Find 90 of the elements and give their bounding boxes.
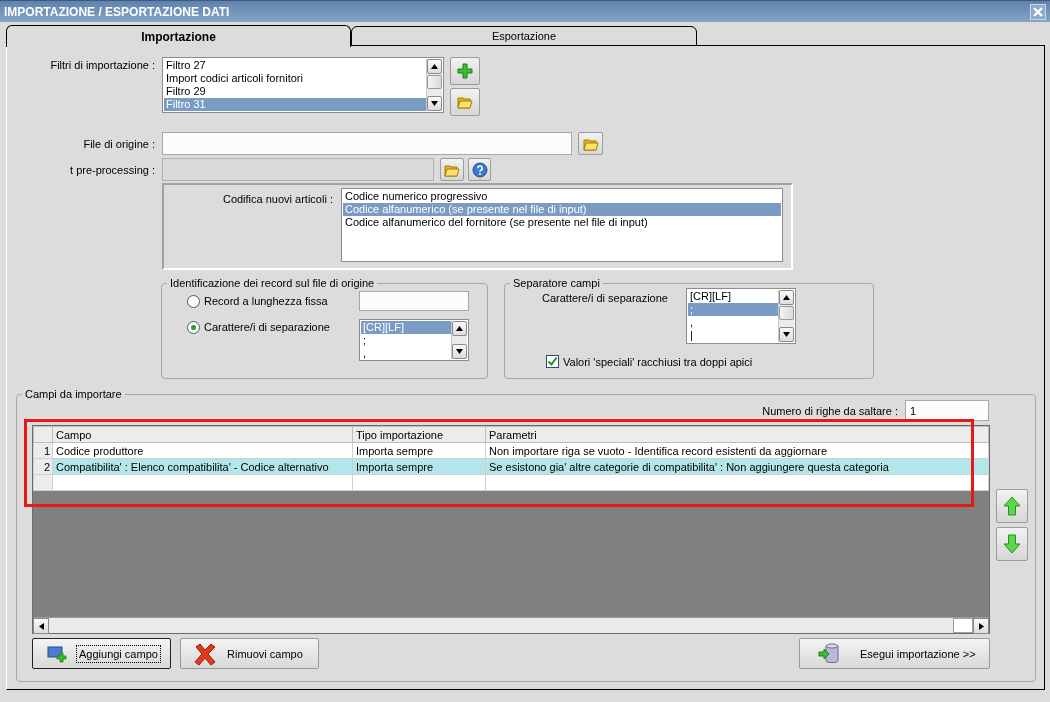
- triangle-up-icon: [431, 63, 438, 70]
- list-item[interactable]: |: [688, 329, 778, 342]
- run-import-button[interactable]: Esegui importazione >>: [799, 638, 990, 669]
- group-title: Identificazione dei record sul file di origine: [169, 277, 376, 289]
- triangle-down-icon: [783, 331, 790, 338]
- radio-label: Record a lunghezza fissa: [204, 295, 328, 307]
- table-cell: Codice produttore: [52, 442, 353, 459]
- length-input[interactable]: [359, 291, 469, 311]
- table-cell: Importa sempre: [352, 442, 486, 459]
- help-button[interactable]: [468, 158, 491, 181]
- table-row[interactable]: 1 Codice produttore Importa sempre Non importare riga se vuoto - Identifica record esistenti da aggiornare: [33, 442, 989, 459]
- column-header[interactable]: Parametri: [485, 426, 989, 443]
- column-header[interactable]: Tipo importazione: [352, 426, 486, 443]
- check-icon: [547, 356, 558, 367]
- skip-rows-input[interactable]: 1: [905, 400, 989, 421]
- scroll-right-button[interactable]: [973, 618, 989, 634]
- file-input[interactable]: [162, 132, 572, 155]
- scrollbar[interactable]: [451, 321, 467, 359]
- list-item[interactable]: ;: [361, 334, 451, 347]
- scroll-thumb[interactable]: [953, 618, 973, 633]
- list-item[interactable]: Codice numerico progressivo: [343, 190, 781, 203]
- triangle-down-icon: [456, 348, 463, 355]
- window-title: IMPORTAZIONE / ESPORTAZIONE DATI: [4, 4, 231, 19]
- list-item[interactable]: Filtro 27: [164, 59, 426, 72]
- plus-icon: [457, 63, 473, 79]
- list-box[interactable]: Codice numerico progressivo Codice alfanumerico (se presente nel file di input) Codice alfanumerico del fornitore (se presente nel file di input): [341, 188, 783, 262]
- add-filter-button[interactable]: [450, 57, 480, 85]
- tab[interactable]: Esportazione: [351, 26, 697, 46]
- folder-icon: [582, 136, 599, 151]
- field-label: Filtri di importazione :: [49, 58, 155, 71]
- checkbox[interactable]: [546, 355, 559, 368]
- triangle-right-icon: [977, 622, 985, 630]
- corner-cell: [33, 426, 53, 443]
- list-box[interactable]: [CR][LF] ; , |: [686, 288, 796, 344]
- cross-icon: [193, 641, 217, 666]
- list-item[interactable]: ,: [688, 316, 778, 329]
- arrow-down-icon: [1003, 534, 1021, 554]
- triangle-up-icon: [456, 325, 463, 332]
- scrollbar[interactable]: [426, 59, 442, 111]
- triangle-up-icon: [783, 294, 790, 301]
- scroll-up-button[interactable]: [427, 59, 442, 74]
- group-title: Campi da importare: [24, 388, 123, 400]
- scrollbar[interactable]: [778, 290, 794, 342]
- open-folder-button[interactable]: [450, 88, 480, 116]
- column-header[interactable]: Campo: [52, 426, 353, 443]
- scroll-left-button[interactable]: [33, 618, 49, 634]
- remove-field-button[interactable]: Rimuovi campo: [180, 638, 319, 669]
- add-field-button[interactable]: Aggiungi campo: [32, 638, 171, 669]
- browse-button[interactable]: [578, 132, 603, 155]
- scroll-thumb[interactable]: [427, 75, 442, 89]
- field-label: t pre-processing :: [69, 163, 155, 176]
- close-button[interactable]: [1030, 3, 1046, 20]
- list-box[interactable]: Filtro 27 Import codici articoli fornitori Filtro 29 Filtro 31: [162, 57, 444, 113]
- scroll-up-button[interactable]: [452, 321, 467, 336]
- list-item[interactable]: Codice alfanumerico del fornitore (se presente nel file di input): [343, 216, 781, 229]
- checkbox-label: Valori 'speciali' racchiusi tra doppi apici: [563, 355, 753, 368]
- scroll-down-button[interactable]: [779, 327, 794, 342]
- field-label: Codifica nuovi articoli :: [221, 192, 333, 207]
- folder-icon: [457, 95, 473, 109]
- radio-label: Carattere/i di separazione: [204, 321, 330, 333]
- field-label: File di origine :: [82, 137, 155, 150]
- radio-button[interactable]: [187, 320, 200, 334]
- scrollbar[interactable]: [33, 617, 989, 633]
- triangle-down-icon: [431, 100, 438, 107]
- list-item[interactable]: Import codici articoli fornitori: [164, 72, 426, 85]
- add-field-icon: [47, 644, 69, 663]
- radio-button[interactable]: [187, 294, 200, 308]
- group-title: Separatore campi: [512, 277, 601, 289]
- scroll-up-button[interactable]: [779, 290, 794, 305]
- list-item[interactable]: Filtro 29: [164, 85, 426, 98]
- scroll-down-button[interactable]: [452, 344, 467, 359]
- folder-icon: [444, 162, 460, 177]
- move-down-button[interactable]: [996, 527, 1028, 561]
- field-label: Carattere/i di separazione: [542, 291, 669, 304]
- tab[interactable]: Importazione: [6, 25, 351, 47]
- scroll-thumb[interactable]: [779, 306, 794, 320]
- database-icon: [818, 642, 842, 665]
- move-up-button[interactable]: [996, 489, 1028, 523]
- list-box[interactable]: [CR][LF] ; ,: [359, 319, 469, 361]
- scroll-down-button[interactable]: [427, 96, 442, 111]
- close-icon: [1033, 6, 1043, 17]
- triangle-left-icon: [37, 622, 45, 630]
- table-cell: Non importare riga se vuoto - Identifica record esistenti da aggiornare: [485, 442, 989, 459]
- table-row[interactable]: 2 Compatibilita' : Elenco compatibilita' - Codice alternativo Importa sempre Se esistono gia' altre categorie di compatibilita' : Non aggiungere questa categoria: [33, 458, 989, 475]
- field-label: Numero di righe da saltare :: [762, 404, 898, 417]
- list-item[interactable]: ,: [361, 347, 451, 359]
- help-icon: [471, 161, 488, 178]
- arrow-up-icon: [1003, 496, 1021, 516]
- browse-button[interactable]: [440, 158, 464, 181]
- list-item[interactable]: [CR][LF]: [688, 290, 778, 303]
